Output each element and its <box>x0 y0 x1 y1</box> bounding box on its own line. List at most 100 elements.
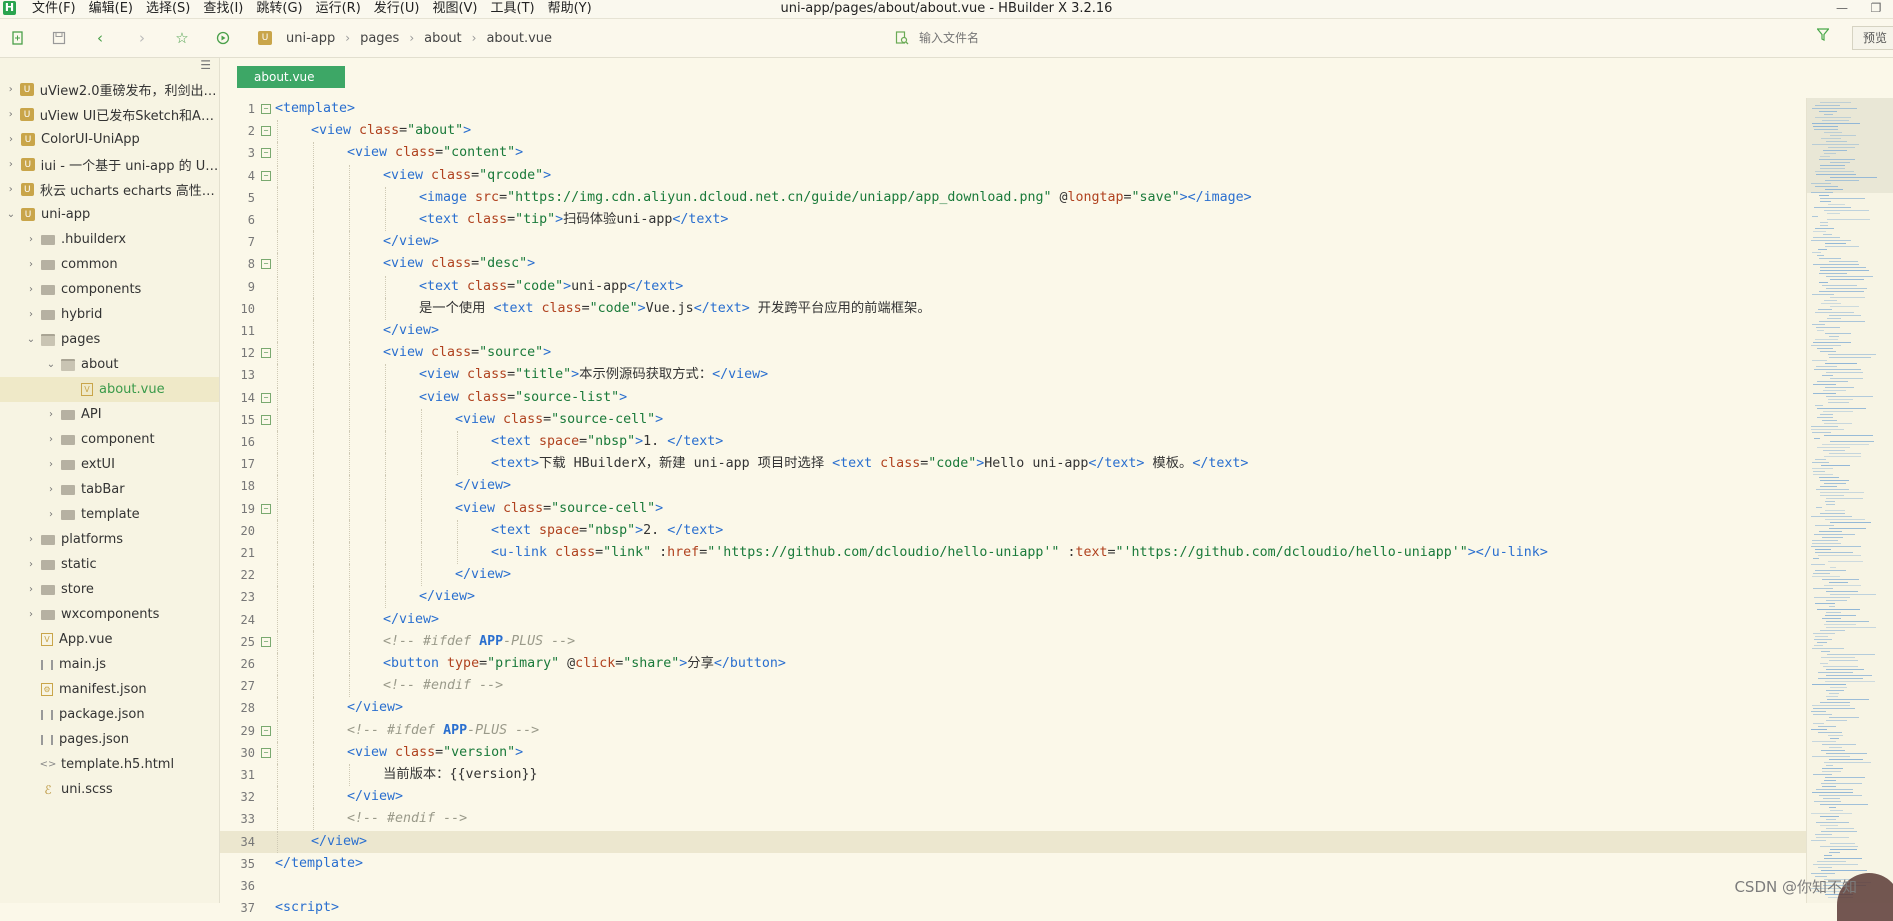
chevron-right-icon[interactable]: › <box>26 234 36 245</box>
code-line[interactable]: 27 <!-- #endif --> <box>220 675 1806 698</box>
menu-find[interactable]: 查找(I) <box>203 0 243 18</box>
code-line[interactable]: 8− <view class="desc"> <box>220 253 1806 276</box>
chevron-right-icon[interactable]: › <box>26 534 36 545</box>
minimap[interactable] <box>1806 98 1893 903</box>
code-line[interactable]: 35 </template> <box>220 853 1806 875</box>
code-line[interactable]: 13 <view class="title">本示例源码获取方式：</view> <box>220 364 1806 387</box>
tree-item-uni-app[interactable]: ⌄ U uni-app <box>0 202 219 227</box>
code-line[interactable]: 6 <text class="tip">扫码体验uni-app</text> <box>220 209 1806 231</box>
tree-item-about-vue[interactable]: V about.vue <box>0 377 219 402</box>
fold-toggle-icon[interactable]: − <box>261 259 271 270</box>
chevron-right-icon[interactable]: › <box>46 409 56 420</box>
tree-item-static[interactable]: › static <box>0 552 219 577</box>
tree-item-hbuilderx[interactable]: › .hbuilderx <box>0 227 219 252</box>
code-line[interactable]: 22 </view> <box>220 564 1806 587</box>
breadcrumb-item[interactable]: pages <box>360 31 399 46</box>
new-file-icon[interactable] <box>8 28 28 48</box>
fold-toggle-icon[interactable]: − <box>261 148 271 159</box>
breadcrumb-item[interactable]: uni-app <box>286 31 335 46</box>
tree-item-app-vue[interactable]: V App.vue <box>0 627 219 652</box>
chevron-right-icon[interactable]: › <box>26 609 36 620</box>
chevron-right-icon[interactable]: › <box>46 484 56 495</box>
tree-item-store[interactable]: › store <box>0 577 219 602</box>
tree-item-pages-json[interactable]: pages.json <box>0 727 219 752</box>
code-line[interactable]: 31 当前版本：{{version}} <box>220 764 1806 786</box>
code-line[interactable]: 36 <box>220 875 1806 897</box>
fold-toggle-icon[interactable]: − <box>261 414 271 425</box>
tree-item-ucharts[interactable]: › U 秋云 ucharts echarts 高性能... <box>0 177 219 202</box>
chevron-right-icon[interactable]: › <box>26 284 36 295</box>
code-line[interactable]: 19− <view class="source-cell"> <box>220 497 1806 520</box>
menu-publish[interactable]: 发行(U) <box>374 0 420 18</box>
chevron-right-icon[interactable]: › <box>6 159 16 170</box>
filter-icon[interactable] <box>1816 28 1830 45</box>
chevron-right-icon[interactable]: › <box>6 134 16 145</box>
code-line[interactable]: 2− <view class="about"> <box>220 120 1806 143</box>
run-icon[interactable] <box>213 28 233 48</box>
code-line[interactable]: 17 <text>下载 HBuilderX，新建 uni-app 项目时选择 <t… <box>220 453 1806 476</box>
fold-toggle-icon[interactable]: − <box>261 392 271 403</box>
chevron-down-icon[interactable]: ⌄ <box>6 209 16 220</box>
code-line[interactable]: 33 <!-- #endif --> <box>220 808 1806 831</box>
menu-edit[interactable]: 编辑(E) <box>89 0 133 18</box>
code-line[interactable]: 1− <template> <box>220 98 1806 120</box>
fold-toggle-icon[interactable]: − <box>261 725 271 736</box>
menu-help[interactable]: 帮助(Y) <box>548 0 592 18</box>
menu-icon[interactable]: ☰ <box>200 58 211 72</box>
forward-icon[interactable]: › <box>132 28 152 48</box>
tree-item-about-folder[interactable]: ⌄ about <box>0 352 219 377</box>
breadcrumb-item[interactable]: about.vue <box>486 31 552 46</box>
fold-toggle-icon[interactable]: − <box>261 104 271 114</box>
tree-item-template[interactable]: › template <box>0 502 219 527</box>
tree-item-uview2[interactable]: › U uView2.0重磅发布，利剑出鞘... <box>0 77 219 102</box>
code-line[interactable]: 28 </view> <box>220 697 1806 720</box>
tree-item-hybrid[interactable]: › hybrid <box>0 302 219 327</box>
chevron-right-icon[interactable]: › <box>26 584 36 595</box>
tree-item-iui[interactable]: › U iui - 一个基于 uni-app 的 UI... <box>0 152 219 177</box>
chevron-right-icon[interactable]: › <box>46 459 56 470</box>
tree-item-colorui[interactable]: › U ColorUI-UniApp <box>0 127 219 152</box>
tree-item-wxcomponents[interactable]: › wxcomponents <box>0 602 219 627</box>
chevron-right-icon[interactable]: › <box>6 109 15 120</box>
fold-toggle-icon[interactable]: − <box>261 636 271 647</box>
back-icon[interactable]: ‹ <box>90 28 110 48</box>
minimap-viewport[interactable] <box>1807 98 1893 193</box>
code-area[interactable]: 1− <template> 2− <view class="about"> 3− <vie… <box>220 98 1806 915</box>
code-line[interactable]: 25− <!-- #ifdef APP-PLUS --> <box>220 630 1806 653</box>
code-line[interactable]: 14− <view class="source-list"> <box>220 386 1806 409</box>
chevron-right-icon[interactable]: › <box>26 559 36 570</box>
restore-icon[interactable]: ❐ <box>1859 0 1893 18</box>
code-line[interactable]: 4− <view class="qrcode"> <box>220 164 1806 187</box>
code-line[interactable]: 18 </view> <box>220 475 1806 498</box>
fold-toggle-icon[interactable]: − <box>261 170 271 181</box>
code-line[interactable]: 20 <text space="nbsp">2. </text> <box>220 519 1806 542</box>
tree-item-extui[interactable]: › extUI <box>0 452 219 477</box>
chevron-right-icon[interactable]: › <box>46 509 56 520</box>
code-line[interactable]: 26 <button type="primary" @click="share">… <box>220 653 1806 675</box>
chevron-right-icon[interactable]: › <box>6 84 15 95</box>
menu-view[interactable]: 视图(V) <box>432 0 477 18</box>
breadcrumb-item[interactable]: about <box>424 31 462 46</box>
file-filter-input[interactable] <box>919 31 1619 45</box>
chevron-right-icon[interactable]: › <box>6 184 16 195</box>
menu-goto[interactable]: 跳转(G) <box>256 0 302 18</box>
code-line[interactable]: 10 是一个使用 <text class="code">Vue.js</text>… <box>220 297 1806 320</box>
code-line[interactable]: 15− <view class="source-cell"> <box>220 408 1806 431</box>
fold-toggle-icon[interactable]: − <box>261 348 271 359</box>
tree-item-uview-ui[interactable]: › U uView UI已发布Sketch和Axu... <box>0 102 219 127</box>
preview-button[interactable]: 预览 <box>1852 26 1893 50</box>
tree-item-package-json[interactable]: package.json <box>0 702 219 727</box>
tree-item-api[interactable]: › API <box>0 402 219 427</box>
code-line[interactable]: 32 </view> <box>220 786 1806 809</box>
chevron-down-icon[interactable]: ⌄ <box>26 334 36 345</box>
code-line[interactable]: 23 </view> <box>220 586 1806 609</box>
code-line[interactable]: 7 </view> <box>220 231 1806 254</box>
code-line[interactable]: 29− <!-- #ifdef APP-PLUS --> <box>220 719 1806 742</box>
save-icon[interactable] <box>49 28 69 48</box>
chevron-right-icon[interactable]: › <box>26 309 36 320</box>
code-line[interactable]: 34 </view> <box>220 830 1806 853</box>
code-line[interactable]: 3− <view class="content"> <box>220 142 1806 165</box>
menu-file[interactable]: 文件(F) <box>32 0 76 18</box>
code-line[interactable]: 9 <text class="code">uni-app</text> <box>220 275 1806 298</box>
code-line[interactable]: 37 <script> <box>220 897 1806 919</box>
